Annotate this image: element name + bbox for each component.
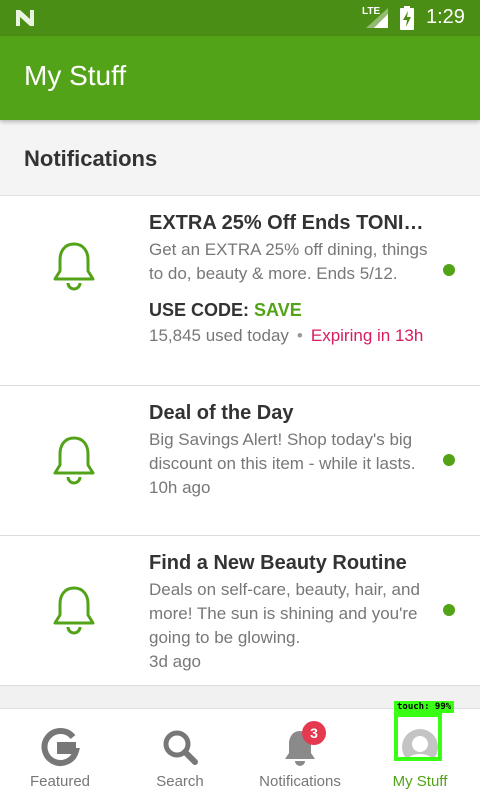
notification-content: Deal of the Day Big Savings Alert! Shop …	[149, 400, 429, 500]
notification-description: Get an EXTRA 25% off dining, things to d…	[149, 240, 428, 283]
notification-meta: 15,845 used today • Expiring in 13h	[149, 322, 429, 350]
notification-title: Deal of the Day	[149, 402, 294, 424]
touch-indicator-label: touch: 99%	[394, 701, 455, 713]
section-title: Notifications	[24, 146, 158, 171]
nav-label: Featured	[29, 773, 91, 790]
nav-notifications[interactable]: 3 Notifications	[240, 709, 360, 800]
nav-search[interactable]: Search	[120, 709, 240, 800]
notification-list: EXTRA 25% Off Ends TONI… Get an EXTRA 25…	[0, 196, 480, 686]
nav-featured[interactable]: Featured	[0, 709, 120, 800]
promo-code-line: USE CODE: SAVE	[149, 298, 429, 322]
search-icon	[163, 730, 198, 765]
nav-label: Search	[156, 773, 204, 790]
unread-dot	[443, 264, 455, 276]
battery-charging-icon	[400, 6, 414, 30]
unread-dot	[443, 454, 455, 466]
nav-label: Notifications	[259, 773, 341, 790]
section-header: Notifications	[0, 120, 480, 196]
bell-icon	[53, 436, 95, 485]
used-count: 15,845 used today	[149, 326, 289, 345]
expiry-text: Expiring in 13h	[310, 326, 424, 345]
notification-item[interactable]: Find a New Beauty Routine Deals on self-…	[0, 536, 480, 686]
notification-description: Big Savings Alert! Shop today's big disc…	[149, 430, 416, 473]
notification-item[interactable]: EXTRA 25% Off Ends TONI… Get an EXTRA 25…	[0, 196, 480, 386]
notification-description: Deals on self-care, beauty, hair, and mo…	[149, 580, 420, 647]
unread-dot	[443, 604, 455, 616]
code-label: USE CODE:	[149, 300, 250, 320]
touch-indicator-box	[394, 713, 442, 761]
nav-label: My Stuff	[392, 773, 448, 790]
notification-content: EXTRA 25% Off Ends TONI… Get an EXTRA 25…	[149, 210, 429, 350]
app-bar: My Stuff	[0, 36, 480, 120]
meta-separator: •	[296, 326, 303, 345]
bell-icon	[53, 586, 95, 635]
featured-g-icon	[41, 728, 80, 766]
signal-icon	[366, 8, 388, 28]
notification-count-badge: 3	[302, 721, 326, 745]
clock: 1:29	[426, 6, 465, 28]
notification-time: 3d ago	[149, 652, 201, 671]
bell-icon	[53, 242, 95, 291]
notification-title: Find a New Beauty Routine	[149, 552, 407, 574]
page-title: My Stuff	[24, 60, 127, 91]
notification-item[interactable]: Deal of the Day Big Savings Alert! Shop …	[0, 386, 480, 536]
status-bar: LTE 1:29	[0, 0, 480, 36]
notification-time: 10h ago	[149, 478, 211, 497]
promo-code: SAVE	[254, 300, 302, 320]
notification-title: EXTRA 25% Off Ends TONI…	[149, 212, 424, 234]
android-n-icon	[16, 10, 34, 26]
notification-content: Find a New Beauty Routine Deals on self-…	[149, 550, 429, 674]
